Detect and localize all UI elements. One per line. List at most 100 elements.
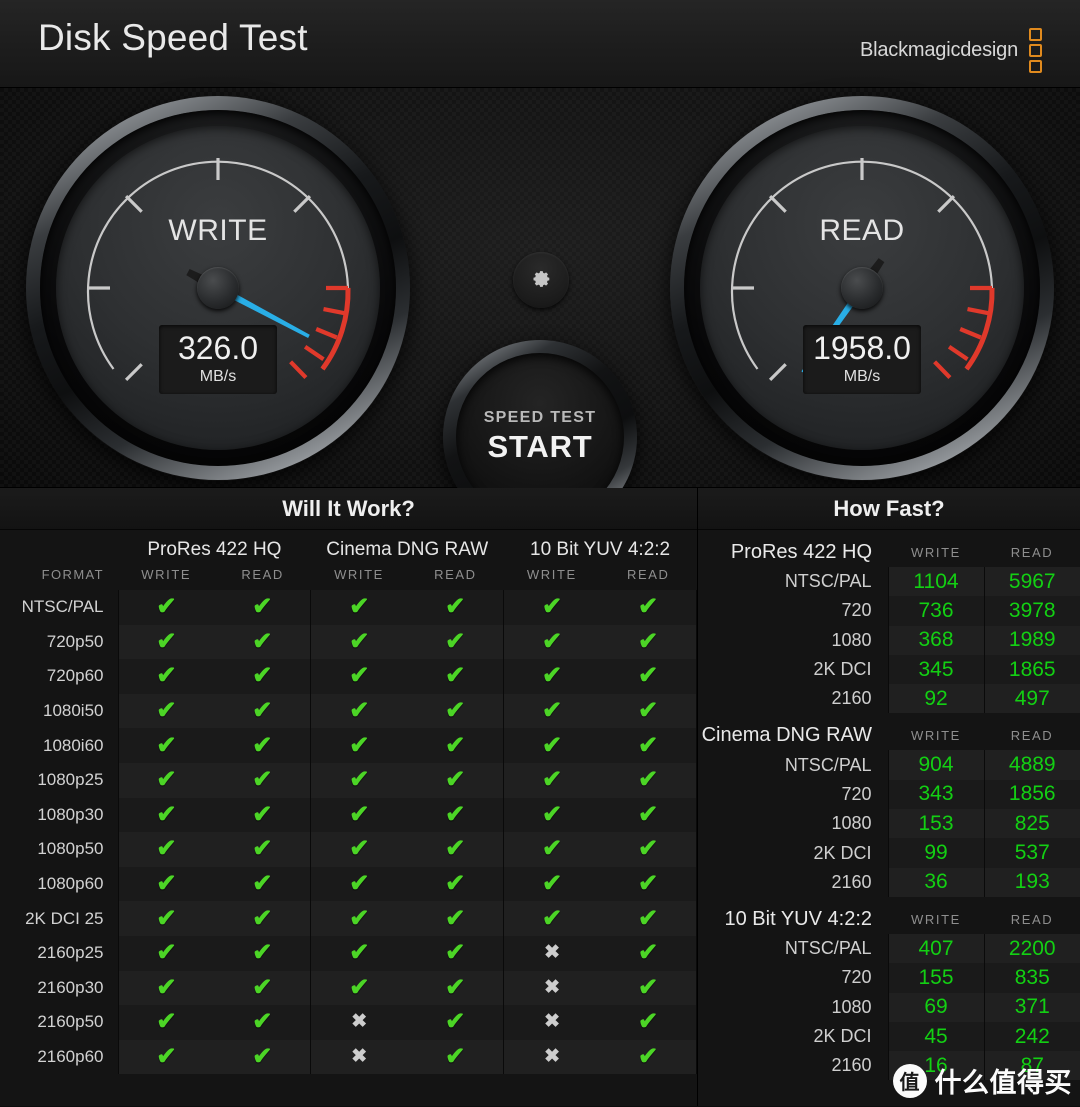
read-gauge-label: READ (819, 214, 905, 247)
read-speed-value: 3978 (983, 596, 1080, 626)
support-check-cell: ✔ (214, 659, 311, 694)
support-check-cell: ✔ (214, 1039, 311, 1075)
check-icon: ✔ (252, 870, 273, 898)
check-icon: ✔ (156, 593, 177, 621)
check-icon: ✔ (156, 939, 177, 967)
write-unit: MB/s (199, 368, 237, 385)
support-check-cell: ✔ (117, 590, 215, 625)
support-check-cell: ✔ (214, 901, 311, 936)
support-check-cell: ✔ (503, 590, 601, 625)
check-icon: ✔ (637, 662, 659, 690)
check-icon: ✔ (445, 593, 466, 621)
format-label: 1080p50 (37, 839, 104, 859)
check-icon: ✔ (252, 697, 273, 725)
format-label: 1080i60 (42, 735, 104, 755)
check-icon: ✔ (349, 627, 370, 655)
table-row: 1080p25 ✔ ✔ ✔ ✔ ✔ ✔ (0, 762, 698, 798)
write-speed-value: 16 (887, 1051, 984, 1081)
how-fast-table: ProRes 422 HQ WRITE READ NTSC/PAL 1104 5967 72… (698, 530, 1080, 1081)
support-check-cell: ✔ (503, 832, 601, 867)
check-icon: ✔ (252, 1008, 273, 1036)
support-check-cell: ✔ (214, 797, 311, 833)
support-check-cell: ✔ (600, 970, 698, 1006)
check-icon: ✔ (349, 766, 370, 794)
check-icon: ✔ (637, 870, 659, 898)
check-icon: ✔ (637, 627, 659, 655)
check-icon: ✔ (252, 800, 273, 828)
resolution-label: NTSC/PAL (784, 938, 872, 959)
check-icon: ✔ (637, 731, 659, 759)
table-row: 1080 368 1989 (698, 625, 1080, 655)
support-check-cell: ✔ (600, 693, 698, 729)
how-fast-title: How Fast? (698, 488, 1080, 530)
col-cinemadng-read: READ (434, 567, 477, 582)
write-gauge-hub (197, 267, 239, 309)
check-icon: ✔ (156, 800, 177, 828)
read-speed-value: 87 (983, 1051, 1080, 1081)
support-check-cell: ✔ (600, 659, 698, 694)
how-fast-body: ProRes 422 HQ WRITE READ NTSC/PAL 1104 5967 72… (698, 530, 1080, 1081)
format-label: NTSC/PAL (21, 597, 104, 617)
support-check-cell: ✔ (310, 659, 408, 694)
read-speed-value: 242 (983, 1021, 1080, 1052)
write-speed-value: 92 (887, 684, 984, 714)
table-row: NTSC/PAL ✔ ✔ ✔ ✔ ✔ ✔ (0, 590, 698, 625)
settings-button[interactable] (513, 252, 569, 308)
check-icon: ✔ (445, 697, 466, 725)
table-row: 720p60 ✔ ✔ ✔ ✔ ✔ ✔ (0, 659, 698, 694)
check-icon: ✔ (349, 731, 370, 759)
read-speed-value: 537 (983, 838, 1080, 868)
read-speed-value: 5967 (983, 567, 1080, 597)
table-row: 720 155 835 (698, 963, 1080, 993)
check-icon: ✔ (542, 835, 563, 863)
check-icon: ✔ (156, 904, 177, 932)
support-check-cell: ✔ (310, 901, 408, 936)
support-check-cell: ✔ (600, 866, 698, 902)
gauge-panel: WRITE 326.0 MB/s READ 1958.0 MB/s SPEED … (0, 88, 1080, 534)
resolution-label: 2160 (831, 1055, 872, 1076)
spacer-cell (0, 530, 118, 563)
format-label: 1080p30 (37, 804, 104, 824)
support-check-cell: ✔ (310, 970, 408, 1006)
check-icon: ✔ (349, 593, 370, 621)
support-check-cell: ✔ (407, 866, 504, 902)
check-icon: ✔ (252, 904, 273, 932)
support-check-cell: ✔ (117, 901, 215, 936)
results-area: Will It Work? ProRes 422 HQ Cinema DNG R… (0, 488, 1080, 1106)
table-row: 2K DCI 345 1865 (698, 654, 1080, 685)
format-label: 2160p25 (37, 943, 104, 963)
resolution-label: 720 (841, 600, 872, 621)
format-label: 1080i50 (42, 701, 104, 721)
support-check-cell: ✔ (407, 693, 504, 729)
support-check-cell: ✔ (407, 590, 504, 625)
col-prores-read: READ (241, 567, 284, 582)
check-icon: ✔ (445, 870, 466, 898)
table-row: 720p50 ✔ ✔ ✔ ✔ ✔ ✔ (0, 624, 698, 660)
resolution-label: NTSC/PAL (784, 754, 872, 775)
write-speed-value: 407 (887, 933, 984, 964)
read-speed-value: 497 (983, 684, 1080, 714)
support-check-cell: ✔ (600, 624, 698, 660)
check-icon: ✔ (445, 835, 466, 863)
cross-icon: ✖ (544, 942, 561, 964)
format-column-header: FORMAT (41, 567, 104, 582)
support-cross-cell: ✖ (503, 1039, 601, 1075)
check-icon: ✔ (252, 835, 273, 863)
group-header-yuv: 10 Bit YUV 4:2:2 (530, 539, 671, 560)
read-unit: MB/s (843, 368, 881, 385)
check-icon: ✔ (252, 593, 273, 621)
group-header-row: ProRes 422 HQ Cinema DNG RAW 10 Bit YUV … (0, 530, 697, 563)
group-header-prores: ProRes 422 HQ (147, 539, 282, 560)
support-check-cell: ✔ (310, 866, 408, 902)
table-row: 2160 92 497 (698, 684, 1080, 714)
support-check-cell: ✔ (117, 762, 215, 798)
table-row: 1080 153 825 (698, 809, 1080, 839)
write-speed-value: 345 (887, 654, 984, 685)
support-check-cell: ✔ (214, 832, 311, 867)
table-row: 1080i50 ✔ ✔ ✔ ✔ ✔ ✔ (0, 693, 698, 729)
table-row: 1080p30 ✔ ✔ ✔ ✔ ✔ ✔ (0, 797, 698, 833)
read-speed-value: 371 (983, 992, 1080, 1022)
read-gauge-hub (841, 267, 883, 309)
read-value: 1958.0 (813, 330, 911, 366)
write-speed-value: 99 (887, 838, 984, 868)
